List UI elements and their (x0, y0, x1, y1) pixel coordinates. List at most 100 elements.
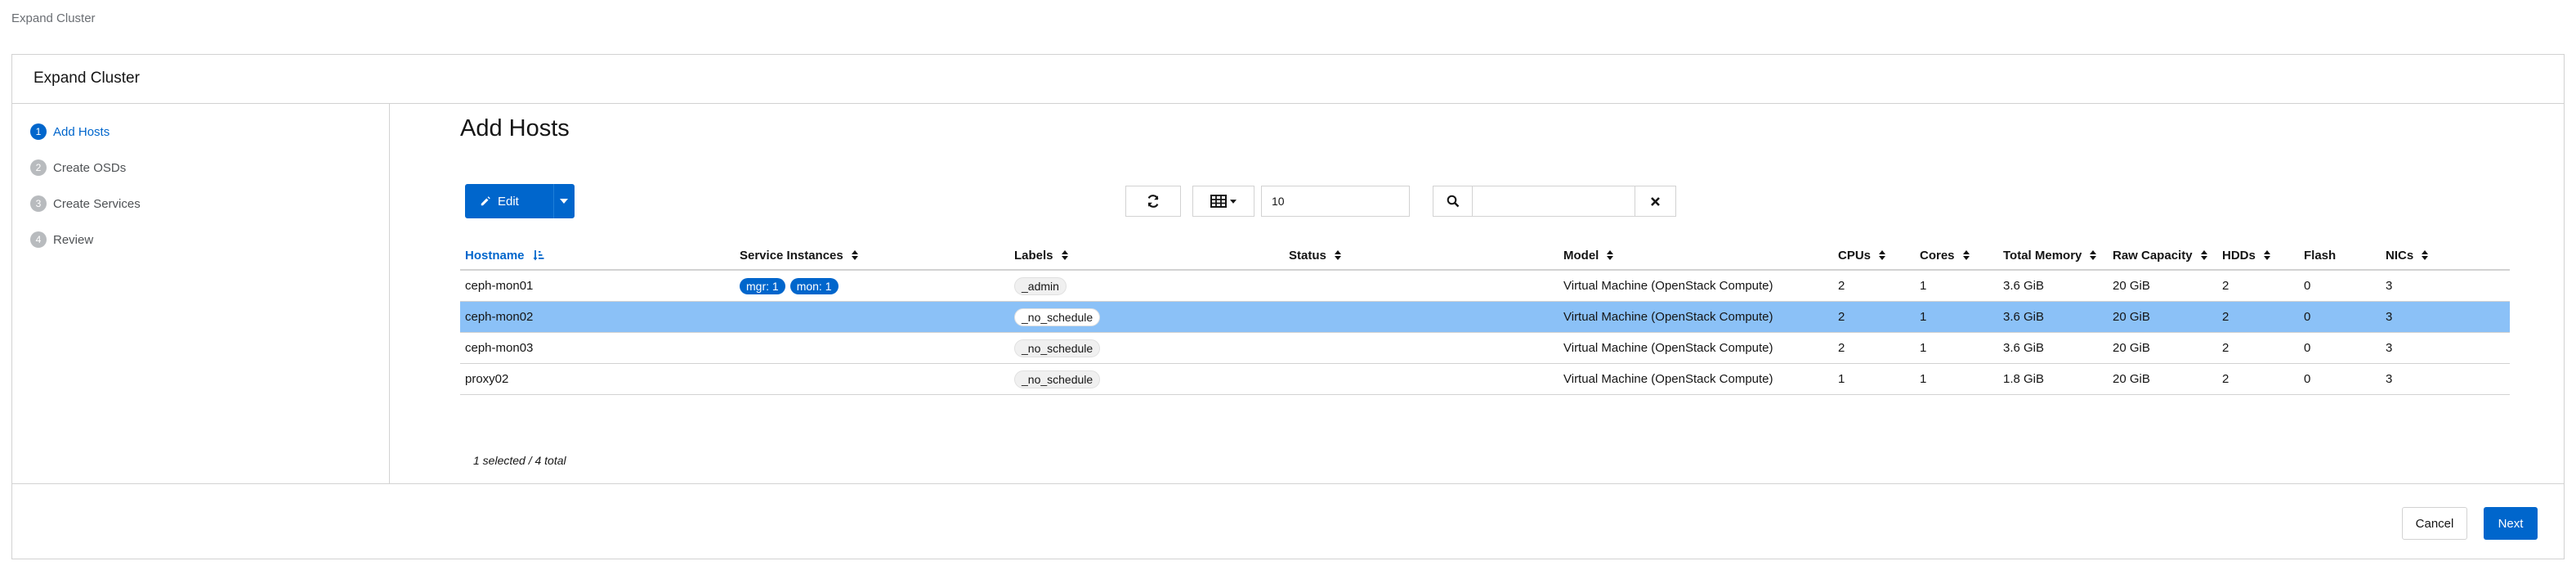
header-label: CPUs (1838, 248, 1872, 263)
cell-nics: 3 (2386, 279, 2393, 293)
cell-total-memory: 1.8 GiB (2003, 372, 2045, 386)
column-header-total-memory[interactable]: Total Memory (2003, 241, 2097, 269)
sort-icon (851, 250, 858, 260)
label-badge: _admin (1014, 276, 1067, 295)
column-header-flash[interactable]: Flash (2304, 241, 2336, 269)
search-box (1433, 186, 1676, 217)
column-header-service-instances[interactable]: Service Instances (740, 241, 858, 269)
cell-model: Virtual Machine (OpenStack Compute) (1563, 372, 1773, 386)
breadcrumb: Expand Cluster (11, 11, 96, 25)
table-row[interactable]: ceph-mon03 _no_schedule Virtual Machine … (460, 333, 2510, 364)
column-header-status[interactable]: Status (1289, 241, 1341, 269)
wizard-footer: Cancel Next (12, 483, 2564, 559)
page-size-input[interactable]: 10 (1261, 186, 1410, 217)
service-badge: mgr: 1 (740, 277, 785, 294)
header-label: Cores (1920, 248, 1955, 263)
cell-total-memory: 3.6 GiB (2003, 279, 2045, 293)
sort-icon (1962, 250, 1970, 260)
cell-model: Virtual Machine (OpenStack Compute) (1563, 310, 1773, 324)
label-badge: _no_schedule (1014, 339, 1101, 357)
label-badge: _no_schedule (1014, 307, 1101, 326)
wizard-step-review[interactable]: 4 Review (30, 230, 93, 249)
table-columns-icon (1210, 195, 1227, 208)
caret-down-icon (1230, 199, 1237, 204)
cell-hdds: 2 (2222, 341, 2229, 355)
step-label: Add Hosts (53, 124, 110, 139)
cell-hostname: ceph-mon03 (465, 341, 534, 355)
cell-labels: _admin (1014, 271, 1067, 301)
sort-icon (1061, 250, 1068, 260)
table-row[interactable]: ceph-mon01 mgr: 1 mon: 1 _admin Virtual … (460, 271, 2510, 302)
table-row-selected[interactable]: ceph-mon02 _no_schedule Virtual Machine … (460, 302, 2510, 333)
search-input[interactable] (1476, 188, 1635, 214)
edit-button-label: Edit (498, 194, 519, 209)
clear-search-button[interactable] (1635, 186, 1675, 216)
wizard-step-add-hosts[interactable]: 1 Add Hosts (30, 122, 110, 141)
cell-service-instances: mgr: 1 mon: 1 (740, 271, 843, 301)
caret-down-icon (560, 199, 568, 204)
column-header-raw-capacity[interactable]: Raw Capacity (2113, 241, 2207, 269)
next-button[interactable]: Next (2484, 507, 2538, 540)
cell-cores: 1 (1920, 341, 1927, 355)
cell-hostname: ceph-mon02 (465, 310, 534, 324)
wizard-step-create-services[interactable]: 3 Create Services (30, 194, 141, 213)
table-row[interactable]: proxy02 _no_schedule Virtual Machine (Op… (460, 364, 2510, 395)
header-label: Status (1289, 248, 1326, 263)
step-label: Review (53, 232, 94, 247)
wizard-content: Add Hosts Edit 10 Hostname Service Insta… (390, 104, 2564, 483)
refresh-icon (1147, 195, 1159, 208)
header-label: Hostname (465, 248, 525, 263)
step-number: 1 (30, 123, 47, 140)
sort-icon (2422, 250, 2429, 260)
column-header-cpus[interactable]: CPUs (1838, 241, 1886, 269)
cell-labels: _no_schedule (1014, 333, 1101, 363)
cell-total-memory: 3.6 GiB (2003, 310, 2045, 324)
cell-nics: 3 (2386, 372, 2393, 386)
sort-icon (1607, 250, 1614, 260)
header-label: Service Instances (740, 248, 843, 263)
selection-count: 1 selected / 4 total (473, 454, 566, 467)
column-header-hdds[interactable]: HDDs (2222, 241, 2270, 269)
cell-raw-capacity: 20 GiB (2113, 341, 2150, 355)
pencil-icon (481, 196, 490, 206)
cell-labels: _no_schedule (1014, 364, 1101, 394)
header-label: Raw Capacity (2113, 248, 2193, 263)
close-icon (1651, 196, 1660, 206)
cell-labels: _no_schedule (1014, 302, 1101, 332)
cell-raw-capacity: 20 GiB (2113, 310, 2150, 324)
edit-split-button[interactable]: Edit (465, 184, 575, 218)
refresh-button[interactable] (1125, 186, 1181, 217)
hosts-table: Hostname Service Instances Labels Status… (460, 241, 2510, 395)
search-button[interactable] (1433, 186, 1473, 216)
column-header-model[interactable]: Model (1563, 241, 1614, 269)
edit-dropdown-toggle[interactable] (554, 199, 574, 204)
step-label: Create OSDs (53, 160, 127, 175)
cancel-button[interactable]: Cancel (2402, 507, 2467, 540)
cell-cores: 1 (1920, 279, 1927, 293)
header-label: Labels (1014, 248, 1053, 263)
column-header-nics[interactable]: NICs (2386, 241, 2429, 269)
expand-cluster-card: Expand Cluster 1 Add Hosts 2 Create OSDs… (11, 54, 2565, 559)
column-toggle-button[interactable] (1192, 186, 1254, 217)
service-badge: mon: 1 (789, 277, 839, 294)
search-icon (1447, 195, 1459, 208)
header-label: Model (1563, 248, 1599, 263)
sort-icon (1879, 250, 1886, 260)
edit-button[interactable]: Edit (466, 195, 553, 209)
step-number: 4 (30, 231, 47, 248)
column-header-labels[interactable]: Labels (1014, 241, 1068, 269)
cell-model: Virtual Machine (OpenStack Compute) (1563, 341, 1773, 355)
cell-cores: 1 (1920, 310, 1927, 324)
cell-hostname: ceph-mon01 (465, 279, 534, 293)
wizard-step-create-osds[interactable]: 2 Create OSDs (30, 158, 126, 177)
cell-flash: 0 (2304, 341, 2311, 355)
column-header-cores[interactable]: Cores (1920, 241, 1970, 269)
cell-raw-capacity: 20 GiB (2113, 279, 2150, 293)
header-label: NICs (2386, 248, 2414, 263)
sort-icon (2263, 250, 2270, 260)
cell-cpus: 1 (1838, 372, 1845, 386)
cell-cpus: 2 (1838, 279, 1845, 293)
cell-flash: 0 (2304, 372, 2311, 386)
cell-nics: 3 (2386, 310, 2393, 324)
column-header-hostname[interactable]: Hostname (465, 241, 544, 269)
